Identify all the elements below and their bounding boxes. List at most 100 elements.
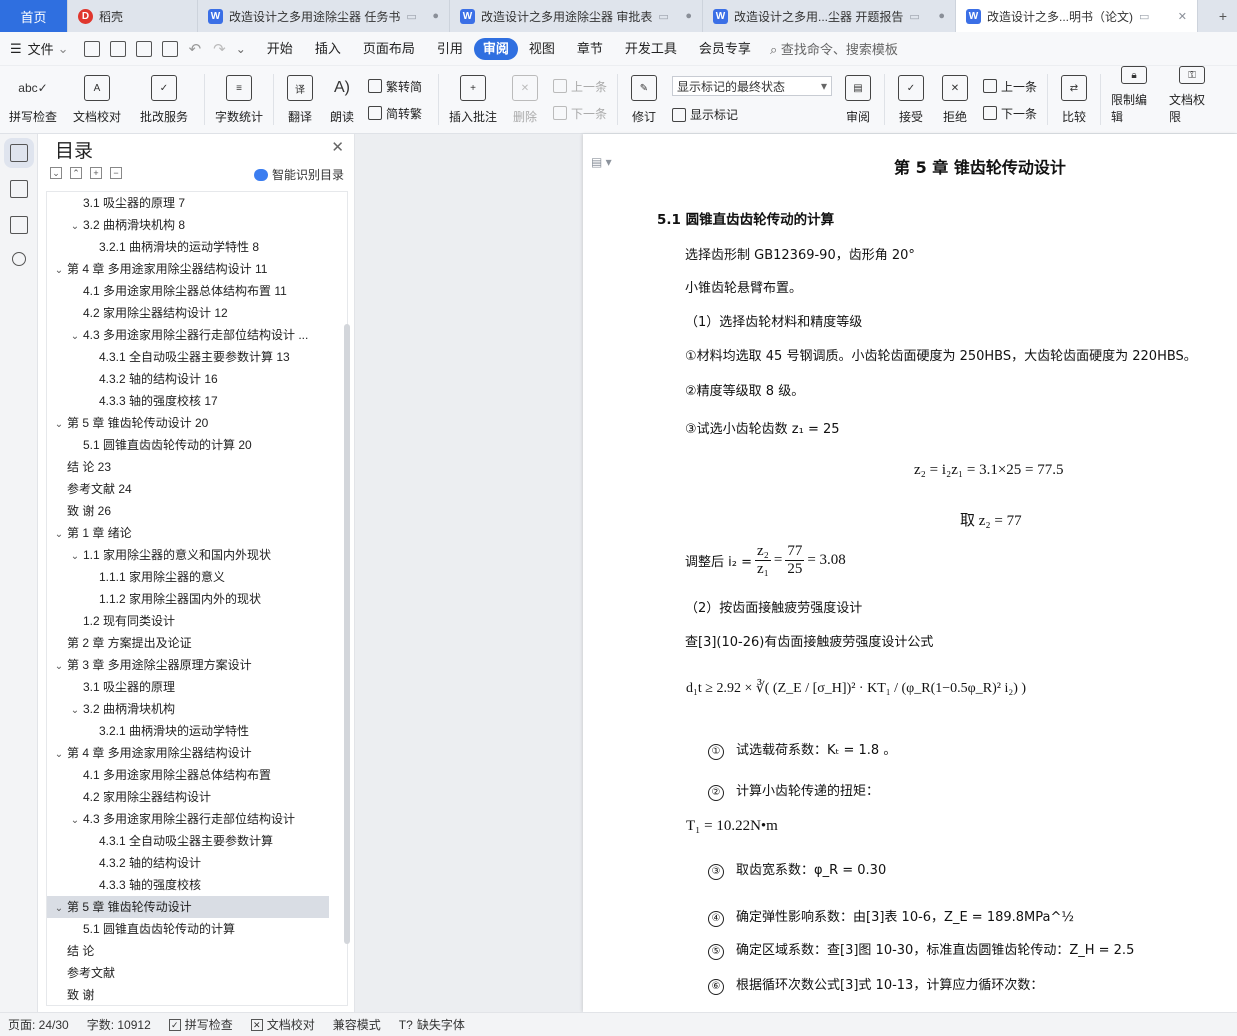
tab-docer[interactable]: D 稻壳 (68, 0, 198, 32)
toc-item[interactable]: 4.3.2 轴的结构设计 (47, 852, 329, 874)
toc-item[interactable]: 致 谢 26 (47, 500, 329, 522)
toc-item[interactable]: 3.1 吸尘器的原理 (47, 676, 329, 698)
chevron-down-icon[interactable]: ⌄ (51, 260, 67, 280)
trad-to-simp-button[interactable]: 繁转简 (368, 78, 428, 95)
toc-item[interactable]: ⌄ 4.3 多用途家用除尘器行走部位结构设计 (47, 808, 329, 830)
toc-item[interactable]: 4.3.3 轴的强度校核 (47, 874, 329, 896)
add-tab-icon[interactable]: + (1209, 8, 1237, 24)
display-state-select[interactable]: 显示标记的最终状态 (672, 76, 832, 96)
tab-task-book[interactable]: W 改造设计之多用途除尘器 任务书 ▭ ● (198, 0, 450, 32)
close-icon[interactable]: ● (930, 10, 945, 22)
toc-item[interactable]: 3.2.1 曲柄滑块的运动学特性 (47, 720, 329, 742)
simp-to-trad-button[interactable]: 简转繁 (368, 105, 428, 122)
toc-item[interactable]: ⌄ 第 4 章 多用途家用除尘器结构设计 11 (47, 258, 329, 280)
command-search[interactable]: ⌕ 查找命令、搜索模板 (770, 39, 898, 58)
insert-comment-button[interactable]: + 插入批注 (443, 66, 503, 133)
translate-button[interactable]: 译 翻译 (278, 66, 322, 133)
tab-thesis[interactable]: W 改造设计之多...明书（论文) ▭ ✕ (956, 0, 1198, 32)
doc-rights-button[interactable]: ⚿ 文档权限 (1163, 66, 1221, 133)
toc-item[interactable]: 结 论 (47, 940, 329, 962)
toc-item[interactable]: 4.1 多用途家用除尘器总体结构布置 (47, 764, 329, 786)
menu-insert[interactable]: 插入 (304, 38, 352, 60)
print-preview-icon[interactable] (161, 40, 178, 57)
batch-service-button[interactable]: ✓ 批改服务 (128, 66, 200, 133)
toc-item[interactable]: 4.2 家用除尘器结构设计 12 (47, 302, 329, 324)
compare-button[interactable]: ⇄ 比较 (1052, 66, 1096, 133)
toc-item[interactable]: 4.3.3 轴的强度校核 17 (47, 390, 329, 412)
chevron-down-icon[interactable]: ⌄ (67, 700, 83, 720)
file-menu-button[interactable]: ☰ 文件 ⌄ (0, 39, 79, 58)
close-icon[interactable]: ● (424, 10, 439, 22)
toc-item[interactable]: ⌄ 第 5 章 锥齿轮传动设计 20 (47, 412, 329, 434)
search-icon[interactable] (11, 252, 26, 266)
expand-all-icon[interactable]: ⌄ (50, 167, 62, 179)
tab-home[interactable]: 首页 (0, 0, 68, 32)
menu-review[interactable]: 审阅 (473, 37, 518, 60)
toc-item[interactable]: 4.3.1 全自动吸尘器主要参数计算 13 (47, 346, 329, 368)
toc-item[interactable]: 4.3.1 全自动吸尘器主要参数计算 (47, 830, 329, 852)
quick-access-dropdown-icon[interactable]: ⌄ (236, 42, 246, 56)
doc-check-button[interactable]: A 文档校对 (66, 66, 128, 133)
word-count[interactable]: 字数: 10912 (87, 1016, 151, 1033)
chevron-down-icon[interactable]: ⌄ (67, 810, 83, 830)
toc-item[interactable]: 参考文献 (47, 962, 329, 984)
spell-check-button[interactable]: abc✓ 拼写检查 (0, 66, 66, 133)
toc-item[interactable]: 4.3.2 轴的结构设计 16 (47, 368, 329, 390)
toc-item[interactable]: ⌄ 4.3 多用途家用除尘器行走部位结构设计 ... (47, 324, 329, 346)
menu-chapter[interactable]: 章节 (566, 38, 614, 60)
accept-button[interactable]: ✓ 接受 (889, 66, 933, 133)
word-count-button[interactable]: ≡ 字数统计 (209, 66, 269, 133)
menu-developer[interactable]: 开发工具 (614, 38, 688, 60)
read-aloud-button[interactable]: A) 朗读 (322, 66, 362, 133)
toc-item[interactable]: ⌄ 第 1 章 绪论 (47, 522, 329, 544)
toc-item[interactable]: 1.2 现有同类设计 (47, 610, 329, 632)
smart-toc-button[interactable]: 智能识别目录 (253, 166, 344, 183)
document-page[interactable] (583, 134, 1237, 1012)
tab-approval[interactable]: W 改造设计之多用途除尘器 审批表 ▭ ● (450, 0, 703, 32)
section-nav-icon[interactable] (9, 180, 28, 198)
export-icon[interactable] (109, 40, 126, 57)
status-doc-check[interactable]: ✕ 文档校对 (250, 1016, 315, 1033)
toc-item[interactable]: ⌄ 3.2 曲柄滑块机构 (47, 698, 329, 720)
print-icon[interactable] (135, 40, 152, 57)
toc-item[interactable]: ⌄ 第 5 章 锥齿轮传动设计 (47, 896, 329, 918)
next-comment-button[interactable]: 下一条 (553, 105, 607, 122)
undo-icon[interactable]: ↶ (189, 40, 202, 58)
track-changes-button[interactable]: ✎ 修订 (622, 66, 666, 133)
chevron-down-icon[interactable]: ⌄ (51, 524, 67, 544)
chevron-down-icon[interactable]: ⌄ (51, 898, 67, 918)
missing-font[interactable]: T? 缺失字体 (399, 1016, 465, 1033)
redo-icon[interactable]: ↷ (213, 40, 226, 58)
delete-comment-button[interactable]: ✕ 删除 (503, 66, 547, 133)
menu-start[interactable]: 开始 (256, 38, 304, 60)
chevron-down-icon[interactable]: ⌄ (67, 216, 83, 236)
toc-item[interactable]: 参考文献 24 (47, 478, 329, 500)
save-icon[interactable] (83, 40, 100, 57)
restrict-edit-button[interactable]: 🔒︎ 限制编辑 (1105, 66, 1163, 133)
next-change-button[interactable]: 下一条 (983, 105, 1037, 122)
chevron-down-icon[interactable]: ⌄ (51, 744, 67, 764)
toc-item[interactable]: 结 论 23 (47, 456, 329, 478)
collapse-all-icon[interactable]: ⌃ (70, 167, 82, 179)
prev-change-button[interactable]: 上一条 (983, 78, 1037, 95)
toc-item[interactable]: 5.1 圆锥直齿齿轮传动的计算 20 (47, 434, 329, 456)
toc-scrollbar[interactable] (344, 324, 350, 944)
toc-item[interactable]: 第 2 章 方案提出及论证 (47, 632, 329, 654)
reject-button[interactable]: ✕ 拒绝 (933, 66, 977, 133)
status-spell-check[interactable]: ✓ 拼写检查 (168, 1016, 233, 1033)
bookmark-icon[interactable] (9, 216, 28, 234)
toc-item[interactable]: ⌄ 第 4 章 多用途家用除尘器结构设计 (47, 742, 329, 764)
toc-item[interactable]: 3.2.1 曲柄滑块的运动学特性 8 (47, 236, 329, 258)
close-icon[interactable]: ✕ (331, 138, 344, 156)
page-options-icon[interactable]: ▤ ▾ (591, 155, 612, 169)
toc-item[interactable]: 5.1 圆锥直齿齿轮传动的计算 (47, 918, 329, 940)
review-pane-button[interactable]: ▤ 审阅 (836, 66, 880, 133)
remove-heading-icon[interactable]: − (110, 167, 122, 179)
toc-item[interactable]: ⌄ 1.1 家用除尘器的意义和国内外现状 (47, 544, 329, 566)
close-icon[interactable]: ● (677, 10, 692, 22)
toc-item[interactable]: 4.2 家用除尘器结构设计 (47, 786, 329, 808)
menu-page-layout[interactable]: 页面布局 (352, 38, 426, 60)
prev-comment-button[interactable]: 上一条 (553, 78, 607, 95)
toc-item[interactable]: 致 谢 (47, 984, 329, 1005)
toc-item[interactable]: 1.1.1 家用除尘器的意义 (47, 566, 329, 588)
